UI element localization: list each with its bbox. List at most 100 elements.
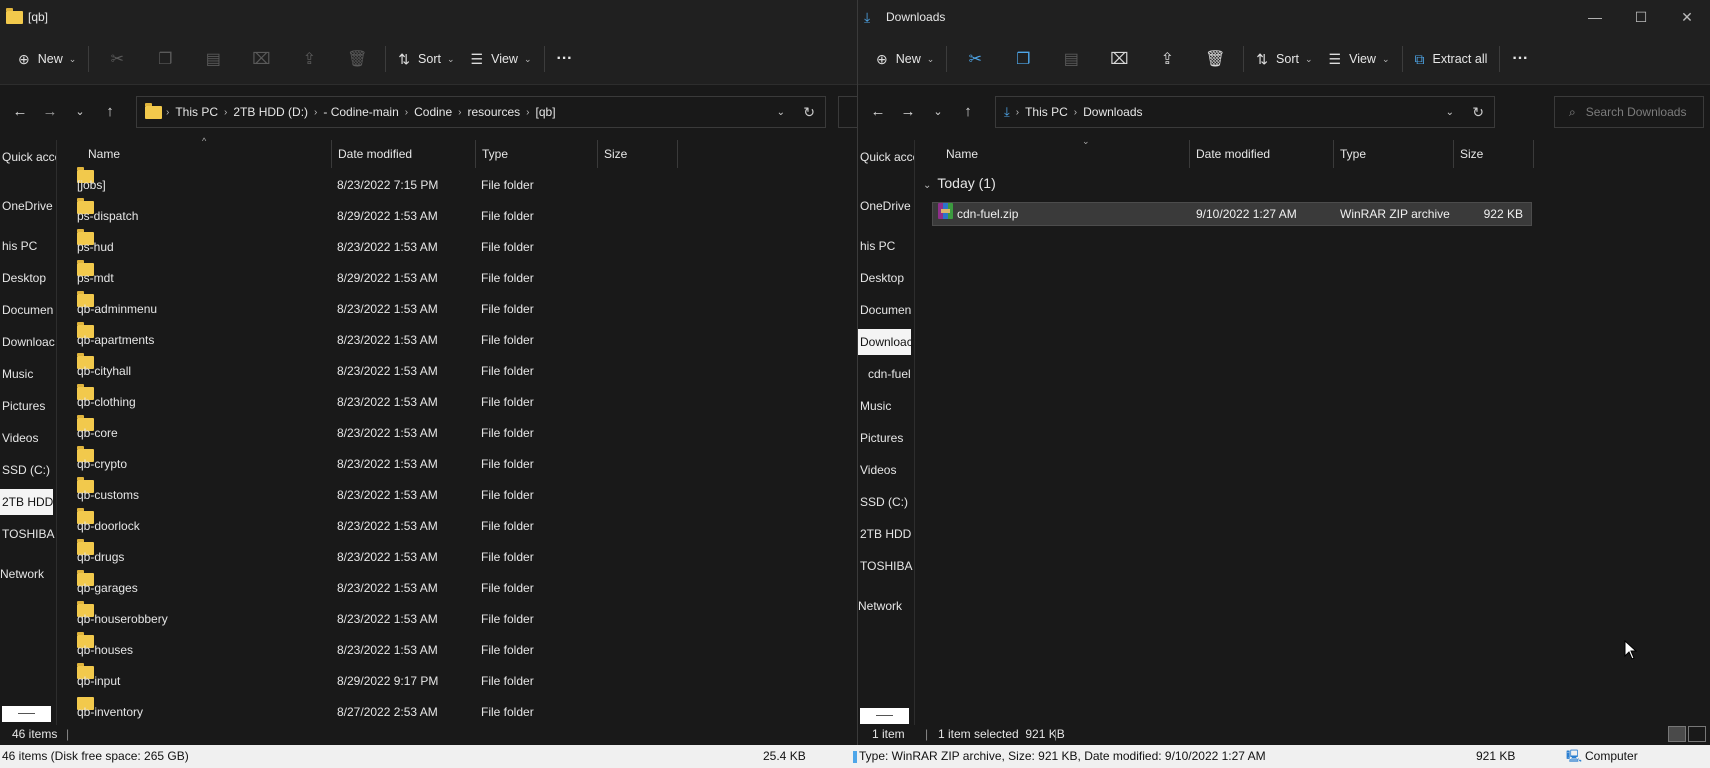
right-titlebar[interactable]: ⤓ Downloads — ☐ ✕ (858, 0, 1710, 34)
nav-downloads[interactable]: Downloac (0, 329, 56, 355)
up-arrow-icon[interactable]: ↑ (953, 103, 983, 120)
tiles-view-icon[interactable] (1688, 726, 1706, 742)
nav-pane-scrollbar[interactable] (2, 706, 51, 722)
breadcrumb-item[interactable]: Codine (414, 105, 452, 119)
nav-pictures[interactable]: Pictures (0, 393, 56, 419)
delete-icon[interactable]: 🗑 (1191, 43, 1239, 75)
file-row[interactable]: qb-inventory 8/27/2022 2:53 AM File folder (77, 697, 637, 721)
forward-arrow-icon[interactable]: → (35, 103, 65, 120)
breadcrumb-item[interactable]: Downloads (1083, 105, 1142, 119)
nav-videos[interactable]: Videos (0, 425, 56, 451)
file-row[interactable]: qb-input 8/29/2022 9:17 PM File folder (77, 663, 637, 697)
new-button[interactable]: ⊕ New ⌄ (10, 43, 84, 75)
paste-icon[interactable]: ▤ (1047, 43, 1095, 75)
nav-desktop[interactable]: Desktop (858, 265, 914, 291)
file-row[interactable]: qb-cityhall 8/23/2022 1:53 AM File folder (77, 353, 637, 387)
breadcrumb-item[interactable]: - Codine-main (323, 105, 398, 119)
file-row[interactable]: qb-customs 8/23/2022 1:53 AM File folder (77, 477, 637, 511)
nav-documents[interactable]: Documen (0, 297, 56, 323)
paste-icon[interactable]: ▤ (189, 43, 237, 75)
share-icon[interactable]: ⇪ (1143, 43, 1191, 75)
nav-ssd-c[interactable]: SSD (C:) (0, 457, 56, 483)
nav-toshiba[interactable]: TOSHIBA (858, 553, 914, 579)
back-arrow-icon[interactable]: ← (863, 103, 893, 120)
file-row[interactable]: ps-hud 8/23/2022 1:53 AM File folder (77, 229, 637, 263)
minimize-icon[interactable]: — (1572, 0, 1618, 34)
file-row[interactable]: ps-mdt 8/29/2022 1:53 AM File folder (77, 260, 637, 294)
nav-network[interactable]: Network (858, 593, 914, 619)
column-size[interactable]: Size (598, 140, 678, 168)
breadcrumb-item[interactable]: This PC (175, 105, 218, 119)
more-options-button[interactable]: ··· (1504, 43, 1536, 75)
maximize-icon[interactable]: ☐ (1618, 0, 1664, 34)
nav-music[interactable]: Music (858, 393, 914, 419)
left-address-bar[interactable]: › This PC › 2TB HDD (D:) › - Codine-main › … (136, 96, 826, 128)
file-row[interactable]: ps-dispatch 8/29/2022 1:53 AM File folder (77, 198, 637, 232)
sort-button[interactable]: ⇅ Sort ⌄ (1248, 43, 1320, 75)
recent-locations-chevron-icon[interactable]: ⌄ (923, 105, 953, 118)
rename-icon[interactable]: ⌧ (1095, 43, 1143, 75)
nav-quick-access[interactable]: Quick acces (858, 144, 914, 170)
refresh-icon[interactable]: ↻ (803, 104, 815, 121)
file-row[interactable]: qb-houses 8/23/2022 1:53 AM File folder (77, 632, 637, 666)
nav-pane-scrollbar[interactable] (860, 708, 909, 724)
file-row[interactable]: qb-houserobbery 8/23/2022 1:53 AM File fol… (77, 601, 637, 635)
up-arrow-icon[interactable]: ↑ (95, 103, 125, 120)
nav-documents[interactable]: Documen (858, 297, 914, 323)
file-row[interactable]: qb-drugs 8/23/2022 1:53 AM File folder (77, 539, 637, 573)
breadcrumb-item[interactable]: 2TB HDD (D:) (233, 105, 308, 119)
selected-file-row[interactable]: cdn-fuel.zip 9/10/2022 1:27 AM WinRAR ZI… (932, 202, 1532, 226)
rename-icon[interactable]: ⌧ (237, 43, 285, 75)
nav-ssd-c[interactable]: SSD (C:) (858, 489, 914, 515)
address-dropdown-chevron-icon[interactable]: ⌄ (1446, 107, 1454, 118)
column-date-modified[interactable]: Date modified (1190, 140, 1334, 168)
column-name[interactable]: Name (82, 140, 332, 168)
nav-cdn-fuel[interactable]: cdn-fuel (858, 361, 914, 387)
column-type[interactable]: Type (1334, 140, 1454, 168)
right-address-bar[interactable]: ⤓ › This PC › Downloads ⌄ ↻ (995, 96, 1495, 128)
nav-downloads[interactable]: Downloac (858, 329, 911, 355)
copy-icon[interactable]: ❐ (999, 43, 1047, 75)
column-name[interactable]: Name (940, 140, 1190, 168)
delete-icon[interactable]: 🗑 (333, 43, 381, 75)
file-row[interactable]: qb-garages 8/23/2022 1:53 AM File folder (77, 570, 637, 604)
copy-icon[interactable]: ❐ (141, 43, 189, 75)
nav-toshiba[interactable]: TOSHIBA (0, 521, 56, 547)
extract-all-button[interactable]: ⧉ Extract all (1407, 43, 1496, 75)
breadcrumb-item[interactable]: [qb] (536, 105, 556, 119)
group-header-today[interactable]: ⌄ Today (1) (923, 175, 996, 191)
nav-this-pc[interactable]: his PC (0, 233, 56, 259)
nav-2tb-hdd[interactable]: 2TB HDD ( (858, 521, 914, 547)
file-row[interactable]: qb-crypto 8/23/2022 1:53 AM File folder (77, 446, 637, 480)
left-search-box-edge[interactable] (838, 96, 857, 128)
nav-pictures[interactable]: Pictures (858, 425, 914, 451)
back-arrow-icon[interactable]: ← (5, 103, 35, 120)
sort-button[interactable]: ⇅ Sort ⌄ (390, 43, 462, 75)
file-row[interactable]: [jobs] 8/23/2022 7:15 PM File folder (77, 167, 637, 201)
nav-2tb-hdd[interactable]: 2TB HDD ( (0, 489, 53, 515)
left-titlebar[interactable]: [qb] (0, 0, 857, 34)
nav-onedrive[interactable]: OneDrive - (858, 193, 914, 219)
more-options-button[interactable]: ··· (549, 43, 581, 75)
nav-network[interactable]: Network (0, 561, 56, 587)
nav-onedrive[interactable]: OneDrive - (0, 193, 56, 219)
file-row[interactable]: qb-core 8/23/2022 1:53 AM File folder (77, 415, 637, 449)
cut-icon[interactable]: ✂ (951, 43, 999, 75)
breadcrumb-item[interactable]: This PC (1025, 105, 1068, 119)
close-icon[interactable]: ✕ (1664, 0, 1710, 34)
details-view-icon[interactable] (1668, 726, 1686, 742)
file-row[interactable]: qb-doorlock 8/23/2022 1:53 AM File folder (77, 508, 637, 542)
file-row[interactable]: qb-adminmenu 8/23/2022 1:53 AM File folder (77, 291, 637, 325)
file-row[interactable]: qb-apartments 8/23/2022 1:53 AM File folde… (77, 322, 637, 356)
column-type[interactable]: Type (476, 140, 598, 168)
file-row[interactable]: qb-clothing 8/23/2022 1:53 AM File folder (77, 384, 637, 418)
address-dropdown-chevron-icon[interactable]: ⌄ (777, 107, 785, 118)
nav-music[interactable]: Music (0, 361, 56, 387)
nav-quick-access[interactable]: Quick acces (0, 144, 56, 170)
refresh-icon[interactable]: ↻ (1472, 104, 1484, 121)
breadcrumb-item[interactable]: resources (467, 105, 520, 119)
column-date-modified[interactable]: Date modified (332, 140, 476, 168)
new-button[interactable]: ⊕ New ⌄ (868, 43, 942, 75)
search-input[interactable]: ⌕ Search Downloads (1554, 96, 1704, 128)
forward-arrow-icon[interactable]: → (893, 103, 923, 120)
